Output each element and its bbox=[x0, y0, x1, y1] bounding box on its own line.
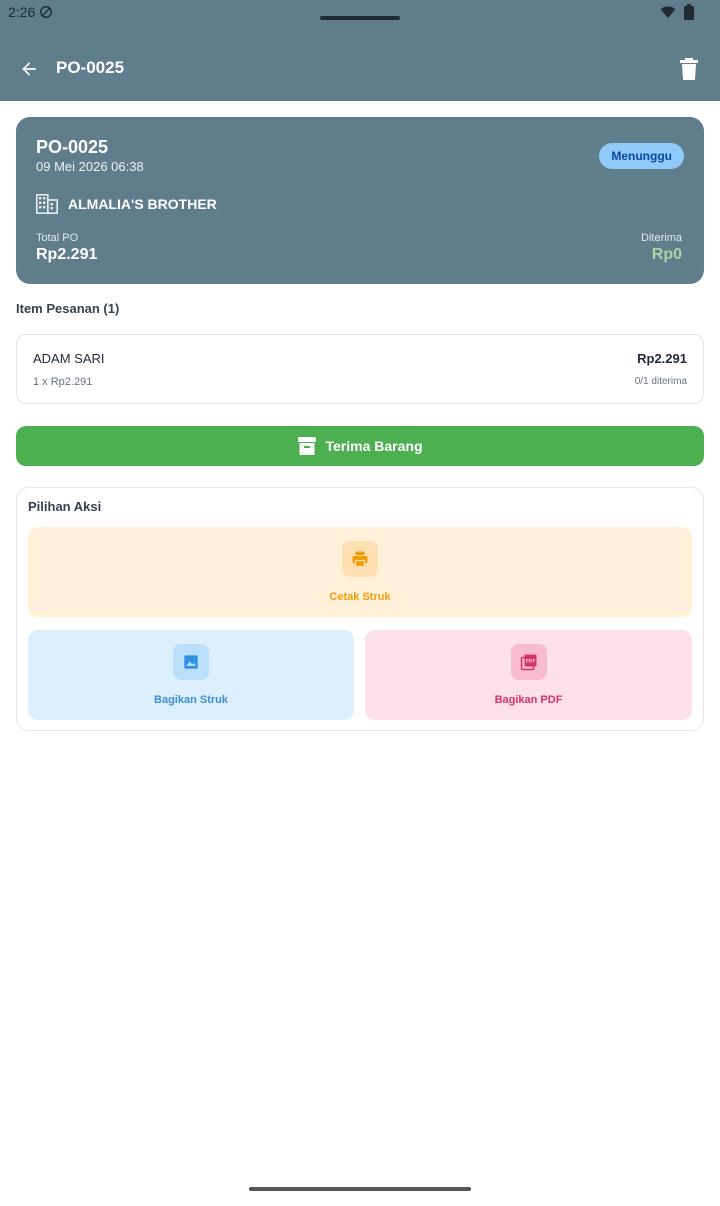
status-badge: Menunggu bbox=[599, 143, 684, 169]
item-received-count: 0/1 diterima bbox=[634, 376, 687, 387]
wifi-icon bbox=[660, 6, 676, 18]
total-label: Total PO bbox=[36, 232, 79, 244]
supplier-row: ALMALIA'S BROTHER bbox=[36, 194, 217, 214]
total-value: Rp2.291 bbox=[36, 246, 98, 263]
status-icons bbox=[660, 4, 694, 20]
po-summary-card: PO-0025 09 Mei 2026 06:38 Menunggu ALMAL… bbox=[16, 117, 704, 284]
battery-icon bbox=[684, 4, 694, 20]
camera-notch bbox=[320, 16, 400, 20]
back-button[interactable] bbox=[14, 54, 44, 84]
image-icon bbox=[184, 655, 198, 669]
printer-icon bbox=[352, 551, 368, 568]
print-icon-wrap bbox=[342, 541, 378, 577]
item-name: ADAM SARI bbox=[33, 351, 105, 366]
pdf-icon-wrap: PDF bbox=[510, 644, 547, 680]
share-receipt-label: Bagikan Struk bbox=[154, 694, 228, 706]
svg-text:PDF: PDF bbox=[525, 658, 535, 664]
receive-goods-label: Terima Barang bbox=[325, 438, 423, 454]
po-number: PO-0025 bbox=[36, 137, 109, 157]
home-indicator[interactable] bbox=[249, 1187, 471, 1191]
page-title: PO-0025 bbox=[56, 58, 125, 77]
item-total: Rp2.291 bbox=[637, 351, 687, 366]
item-qty-price: 1 x Rp2.291 bbox=[33, 376, 93, 388]
print-receipt-label: Cetak Struk bbox=[329, 591, 391, 603]
app-bar: 2:26 PO-0025 bbox=[0, 0, 720, 101]
share-pdf-button[interactable]: PDF Bagikan PDF bbox=[365, 630, 692, 720]
trash-icon bbox=[680, 58, 698, 80]
list-item[interactable]: ADAM SARI 1 x Rp2.291 Rp2.291 0/1 diteri… bbox=[16, 334, 704, 404]
pdf-file-icon: PDF bbox=[520, 654, 536, 671]
archive-box-icon bbox=[297, 437, 316, 455]
share-pdf-label: Bagikan PDF bbox=[494, 694, 563, 706]
receive-goods-button[interactable]: Terima Barang bbox=[16, 426, 704, 466]
print-receipt-button[interactable]: Cetak Struk bbox=[28, 527, 692, 617]
status-time: 2:26 bbox=[8, 4, 36, 20]
items-section-title: Item Pesanan (1) bbox=[16, 301, 120, 316]
share-receipt-button[interactable]: Bagikan Struk bbox=[28, 630, 354, 720]
received-value: Rp0 bbox=[651, 246, 682, 263]
arrow-left-icon bbox=[22, 62, 36, 76]
share-icon-wrap bbox=[173, 644, 209, 680]
building-icon bbox=[36, 194, 58, 214]
actions-title: Pilihan Aksi bbox=[28, 499, 102, 514]
delete-button[interactable] bbox=[674, 54, 704, 84]
po-date: 09 Mei 2026 06:38 bbox=[36, 159, 144, 174]
supplier-name: ALMALIA'S BROTHER bbox=[68, 196, 217, 212]
actions-card: Pilihan Aksi Cetak Struk Bagikan Struk P… bbox=[16, 487, 704, 731]
status-bar-time-group: 2:26 bbox=[8, 4, 53, 20]
received-label: Diterima bbox=[641, 232, 682, 244]
dnd-icon bbox=[40, 6, 53, 18]
